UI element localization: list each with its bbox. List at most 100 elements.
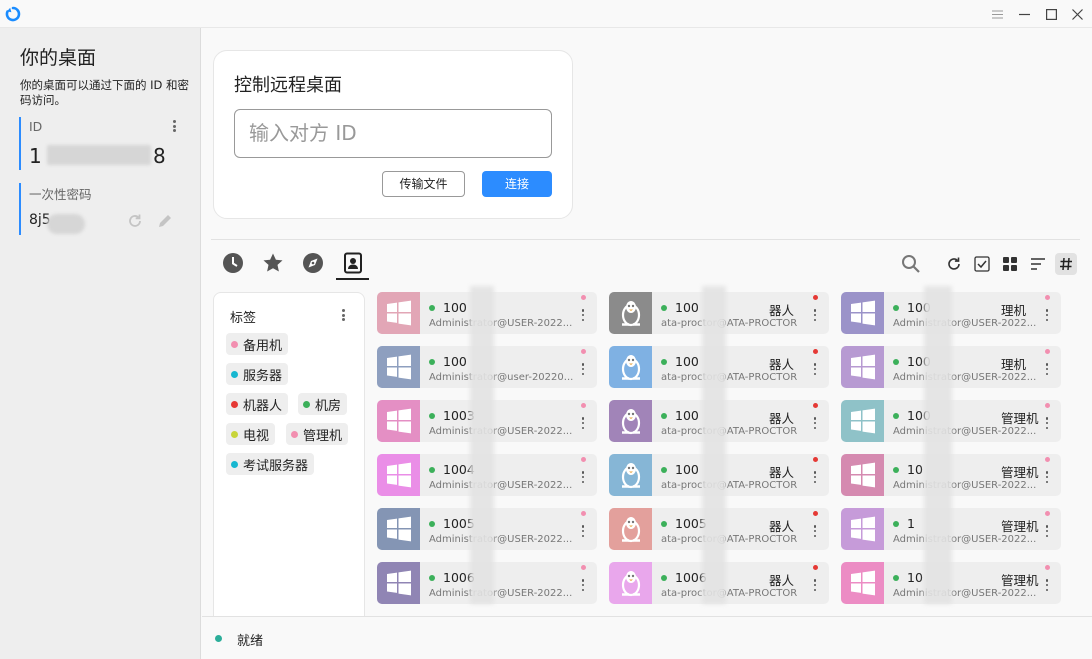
peer-more-icon[interactable] bbox=[810, 470, 820, 484]
redaction-mosaic bbox=[470, 286, 494, 604]
online-status-dot bbox=[661, 575, 667, 581]
id-value[interactable]: 1 bbox=[29, 144, 43, 168]
id-more-icon[interactable] bbox=[167, 118, 181, 134]
online-status-dot bbox=[661, 305, 667, 311]
tag-chip[interactable]: 服务器 bbox=[226, 363, 289, 385]
sort-button[interactable] bbox=[1027, 253, 1049, 275]
linux-os-icon bbox=[609, 346, 652, 388]
tag-color-dot bbox=[231, 370, 238, 378]
multi-select-button[interactable] bbox=[971, 253, 993, 275]
peer-more-icon[interactable] bbox=[810, 308, 820, 322]
peer-name: 100 bbox=[443, 300, 467, 315]
id-value-prefix: 1 bbox=[29, 144, 43, 168]
online-status-dot bbox=[429, 521, 435, 527]
peer-more-icon[interactable] bbox=[578, 362, 588, 376]
peer-more-icon[interactable] bbox=[578, 470, 588, 484]
peer-name: 100 bbox=[443, 354, 467, 369]
refresh-button[interactable] bbox=[943, 253, 965, 275]
peer-name: 1 管理机 bbox=[907, 516, 1039, 534]
peer-username: ata-proctor@ATA-PROCTOR bbox=[661, 480, 798, 491]
online-status-dot bbox=[893, 413, 899, 419]
peer-more-icon[interactable] bbox=[810, 524, 820, 538]
online-status-dot bbox=[429, 305, 435, 311]
online-status-dot bbox=[893, 359, 899, 365]
refresh-icon bbox=[948, 257, 960, 270]
peer-tag-dot bbox=[813, 403, 818, 408]
close-button[interactable] bbox=[1066, 4, 1088, 24]
peer-more-icon[interactable] bbox=[1042, 416, 1052, 430]
hamburger-menu-icon[interactable] bbox=[986, 4, 1008, 24]
password-redaction-mosaic bbox=[47, 214, 85, 234]
grid-view-button[interactable] bbox=[999, 253, 1021, 275]
online-status-dot bbox=[893, 305, 899, 311]
peer-tag-dot bbox=[813, 457, 818, 462]
peer-more-icon[interactable] bbox=[810, 416, 820, 430]
clock-icon bbox=[223, 253, 243, 273]
peer-tag-dot bbox=[581, 565, 586, 570]
refresh-password-icon[interactable] bbox=[126, 212, 144, 230]
peer-more-icon[interactable] bbox=[1042, 308, 1052, 322]
peer-username: Administrator@USER-2022... bbox=[429, 426, 573, 437]
password-accent-bar bbox=[19, 183, 21, 235]
your-desktop-title: 你的桌面 bbox=[20, 47, 97, 69]
online-status-dot bbox=[429, 575, 435, 581]
favorites-tab[interactable] bbox=[260, 250, 286, 276]
tag-chip[interactable]: 管理机 bbox=[286, 423, 349, 445]
tag-color-dot bbox=[231, 460, 238, 468]
tag-chip[interactable]: 机器人 bbox=[226, 393, 289, 415]
edit-password-icon[interactable] bbox=[156, 212, 174, 230]
tags-more-icon[interactable] bbox=[336, 307, 350, 323]
peer-tag-dot bbox=[813, 511, 818, 516]
tag-chip[interactable]: 考试服务器 bbox=[226, 453, 315, 475]
peer-more-icon[interactable] bbox=[1042, 578, 1052, 592]
tag-chip[interactable]: 电视 bbox=[226, 423, 276, 445]
online-status-dot bbox=[429, 359, 435, 365]
minimize-button[interactable] bbox=[1013, 4, 1035, 24]
id-accent-bar bbox=[19, 117, 21, 170]
hash-icon bbox=[1060, 257, 1072, 271]
tag-color-dot bbox=[231, 430, 238, 438]
online-status-dot bbox=[893, 521, 899, 527]
peer-more-icon[interactable] bbox=[810, 362, 820, 376]
peer-name: 100 器人 bbox=[675, 300, 795, 318]
peer-more-icon[interactable] bbox=[578, 578, 588, 592]
peer-name-suffix: 管理机 bbox=[1001, 465, 1039, 480]
tag-chip[interactable]: 备用机 bbox=[226, 333, 289, 355]
tag-color-dot bbox=[303, 400, 310, 408]
id-redaction-mosaic bbox=[47, 145, 151, 165]
address-book-tab[interactable] bbox=[340, 250, 366, 276]
connect-button[interactable]: 连接 bbox=[482, 171, 552, 197]
close-icon bbox=[1071, 8, 1083, 20]
tags-panel: 标签 备用机 服务器 机器人 机房 电视 管理机 考试服务器 bbox=[213, 292, 365, 622]
tag-label: 机器人 bbox=[243, 398, 283, 414]
id-display-toggle-button[interactable] bbox=[1055, 253, 1077, 275]
maximize-button[interactable] bbox=[1040, 4, 1062, 24]
windows-os-icon bbox=[841, 562, 884, 604]
recent-sessions-tab[interactable] bbox=[220, 250, 246, 276]
tag-chip[interactable]: 机房 bbox=[298, 393, 348, 415]
peer-more-icon[interactable] bbox=[1042, 362, 1052, 376]
peer-name: 100 器人 bbox=[675, 354, 795, 372]
peer-username: Administrator@USER-2022... bbox=[893, 372, 1037, 383]
peer-more-icon[interactable] bbox=[810, 578, 820, 592]
search-button[interactable] bbox=[900, 253, 922, 275]
grid-view-icon bbox=[1003, 257, 1017, 271]
linux-os-icon bbox=[609, 400, 652, 442]
peer-more-icon[interactable] bbox=[1042, 470, 1052, 484]
peer-username: ata-proctor@ATA-PROCTOR bbox=[661, 372, 798, 383]
linux-os-icon bbox=[609, 454, 652, 496]
transfer-file-button[interactable]: 传输文件 bbox=[382, 171, 465, 197]
peer-more-icon[interactable] bbox=[578, 524, 588, 538]
peer-name-suffix: 理机 bbox=[1001, 357, 1027, 372]
peer-tag-dot bbox=[1045, 403, 1050, 408]
peer-more-icon[interactable] bbox=[1042, 524, 1052, 538]
peer-username: Administrator@USER-2022... bbox=[893, 426, 1037, 437]
discovered-tab[interactable] bbox=[300, 250, 326, 276]
main-area: 控制远程桌面 输入对方 ID 传输文件 连接 标签 备用机 服务器 机器人 机房… bbox=[202, 28, 1092, 622]
peer-name: 10 管理机 bbox=[907, 462, 1039, 480]
peer-more-icon[interactable] bbox=[578, 416, 588, 430]
tag-label: 管理机 bbox=[303, 428, 343, 444]
remote-id-input[interactable]: 输入对方 ID bbox=[234, 109, 552, 158]
peer-more-icon[interactable] bbox=[578, 308, 588, 322]
peer-tag-dot bbox=[1045, 295, 1050, 300]
